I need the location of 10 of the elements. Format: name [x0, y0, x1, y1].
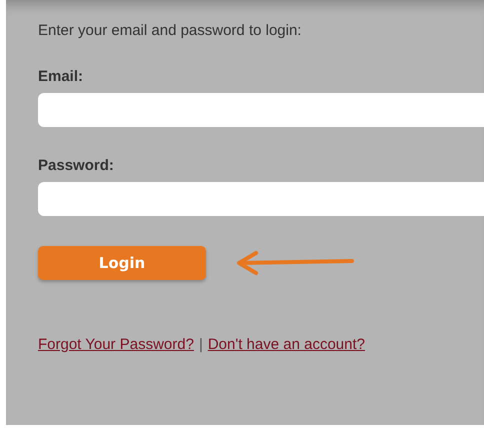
input-field[interactable]: [38, 93, 484, 127]
separator-text: |: [198, 336, 203, 353]
field-label: Password:: [38, 157, 115, 174]
field-label: Email:: [38, 68, 84, 85]
signup-link[interactable]: Don't have an account?: [208, 336, 365, 353]
login-button[interactable]: Login: [38, 246, 206, 280]
arrow-icon: [234, 250, 354, 276]
input-field[interactable]: [38, 182, 484, 216]
forgot-password-link[interactable]: Forgot Your Password?: [38, 336, 194, 353]
instructions-text: Enter your email and password to login:: [38, 22, 302, 39]
